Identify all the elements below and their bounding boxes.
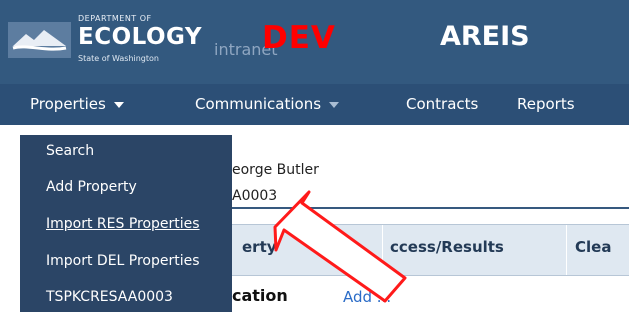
nav-communications[interactable]: Communications — [195, 95, 340, 113]
tab-bar: erty ccess/Results Clea — [232, 224, 629, 276]
tab-access-results[interactable]: ccess/Results — [390, 238, 504, 256]
tab-clean[interactable]: Clea — [575, 238, 611, 256]
section-title: cation — [232, 286, 288, 305]
nav-properties[interactable]: Properties — [30, 95, 124, 113]
add-link[interactable]: Add ... — [343, 288, 391, 306]
nav-properties-label: Properties — [30, 95, 106, 113]
logo-ecology: ECOLOGY — [78, 24, 203, 50]
logo-state: State of Washington — [78, 54, 159, 63]
menu-item-import-del[interactable]: Import DEL Properties — [46, 253, 200, 269]
app-title: AREIS — [440, 21, 530, 52]
menu-item-tspkcresaa0003[interactable]: TSPKCRESAA0003 — [46, 289, 173, 305]
menu-item-add-property[interactable]: Add Property — [46, 179, 137, 195]
property-owner: eorge Butler — [232, 162, 319, 178]
logo-department: DEPARTMENT OF — [78, 14, 152, 23]
environment-label: DEV — [262, 20, 336, 56]
main-nav: Properties Communications Contracts Repo… — [0, 84, 629, 125]
ecology-logo[interactable]: DEPARTMENT OF ECOLOGY intranet State of … — [8, 14, 278, 68]
tab-separator — [566, 225, 567, 275]
tab-property[interactable]: erty — [242, 238, 277, 256]
caret-down-icon — [113, 101, 124, 108]
menu-item-search[interactable]: Search — [46, 143, 94, 159]
washington-state-icon — [8, 22, 71, 58]
app-header: DEPARTMENT OF ECOLOGY intranet State of … — [0, 0, 629, 84]
properties-dropdown-menu: Search Add Property Import RES Propertie… — [20, 135, 232, 312]
nav-communications-label: Communications — [195, 95, 322, 113]
caret-down-icon — [329, 101, 340, 108]
nav-contracts[interactable]: Contracts — [406, 95, 478, 113]
divider — [232, 207, 629, 209]
property-id: A0003 — [232, 188, 278, 204]
tab-separator — [382, 225, 383, 275]
menu-item-import-res[interactable]: Import RES Properties — [46, 216, 200, 232]
nav-reports[interactable]: Reports — [517, 95, 575, 113]
